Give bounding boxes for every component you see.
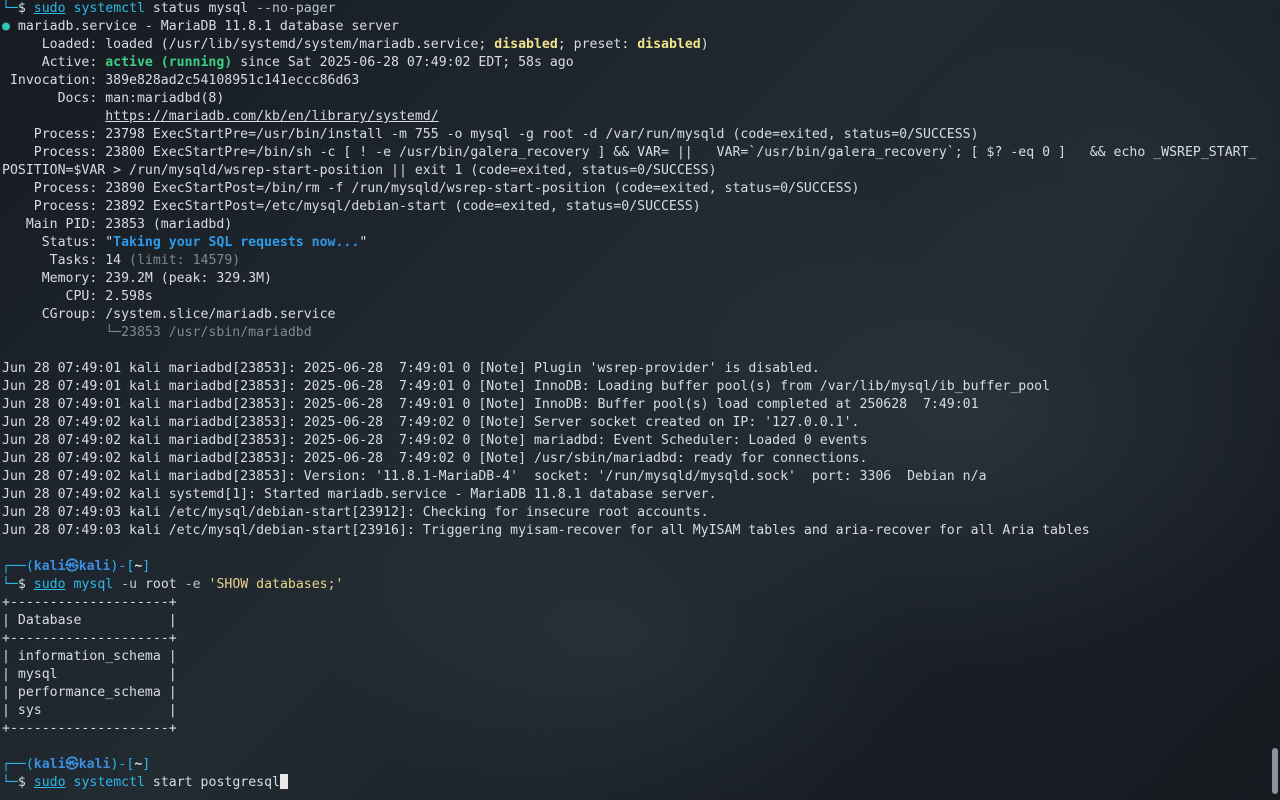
status-label: Status: — [2, 235, 106, 250]
table-border: +--------------------+ — [2, 631, 177, 646]
status-line: Status: "Taking your SQL requests now...… — [2, 234, 1264, 252]
journal-line: Jun 28 07:49:03 kali /etc/mysql/debian-s… — [2, 505, 709, 520]
text-cursor — [279, 774, 288, 789]
table-row: | sys | — [2, 703, 177, 718]
table-header: | Database | — [2, 613, 177, 628]
active-state: active (running) — [105, 55, 233, 70]
docs-url-link[interactable]: https://mariadb.com/kb/en/library/system… — [105, 109, 438, 124]
table-row: | performance_schema | — [2, 685, 177, 700]
loaded-preset: disabled — [637, 37, 701, 52]
prompt-corner: └─ — [2, 1, 18, 16]
prompt-line: ┌──(kali㉿kali)-[~] — [2, 558, 1264, 576]
process-line-wrap: POSITION=$VAR > /run/mysqld/wsrep-start-… — [2, 163, 717, 178]
active-since: since Sat 2025-06-28 07:49:02 EDT; 58s a… — [232, 55, 574, 70]
prompt-corner: └─ — [2, 577, 18, 592]
prompt-host: kali — [78, 757, 111, 772]
service-title: mariadb.service - MariaDB 11.8.1 databas… — [9, 19, 399, 34]
journal-line: Jun 28 07:49:01 kali mariadbd[23853]: 20… — [2, 397, 979, 412]
table-border: +--------------------+ — [2, 595, 177, 610]
prompt-user: kali — [33, 559, 66, 574]
cgroup-child-line: └─23853 /usr/sbin/mariadbd — [2, 325, 312, 340]
prompt-host: kali — [78, 559, 111, 574]
command-query-string: 'SHOW databases;' — [200, 577, 344, 592]
prompt-symbol: $ — [17, 775, 26, 790]
command-args: status mysql — [144, 1, 257, 16]
command-option: --no-pager — [256, 1, 336, 16]
command-program: mysql — [73, 577, 114, 592]
prompt-symbol: $ — [17, 1, 26, 16]
docs-line: Docs: man:mariadbd(8) — [2, 91, 225, 106]
command-option-u: -u — [113, 577, 138, 592]
tasks-limit: (limit: 14579) — [129, 253, 241, 268]
command-program: systemctl — [73, 775, 145, 790]
process-line: Process: 23800 ExecStartPre=/bin/sh -c [… — [2, 145, 1257, 160]
status-quote-close: " — [359, 235, 368, 250]
command-sudo: sudo — [33, 1, 66, 16]
prompt-close: ] — [142, 559, 151, 574]
active-line: Active: active (running) since Sat 2025-… — [2, 54, 1264, 72]
loaded-path: loaded (/usr/lib/systemd/system/mariadb.… — [105, 37, 495, 52]
prompt-at-icon: ㉿ — [65, 559, 79, 574]
process-line: Process: 23892 ExecStartPost=/etc/mysql/… — [2, 199, 701, 214]
table-row: | mysql | — [2, 667, 177, 682]
journal-line: Jun 28 07:49:02 kali mariadbd[23853]: Ve… — [2, 469, 987, 484]
command-program: systemctl — [73, 1, 145, 16]
service-header: ● mariadb.service - MariaDB 11.8.1 datab… — [2, 18, 1264, 36]
prompt-line: ┌──(kali㉿kali)-[~] — [2, 756, 1264, 774]
loaded-disabled: disabled — [494, 37, 558, 52]
prompt-close: ] — [142, 757, 151, 772]
invocation-line: Invocation: 389e828ad2c54108951c141eccc8… — [2, 73, 360, 88]
scrollbar[interactable] — [1270, 0, 1278, 800]
loaded-label: Loaded: — [2, 37, 106, 52]
scrollbar-thumb[interactable] — [1272, 748, 1278, 794]
prompt-mid: )-[ — [110, 757, 135, 772]
loaded-line: Loaded: loaded (/usr/lib/systemd/system/… — [2, 36, 1264, 54]
docs-url-line: https://mariadb.com/kb/en/library/system… — [2, 108, 1264, 126]
status-quote-open: " — [105, 235, 114, 250]
cpu-line: CPU: 2.598s — [2, 289, 153, 304]
journal-line: Jun 28 07:49:01 kali mariadbd[23853]: 20… — [2, 361, 820, 376]
journal-line: Jun 28 07:49:02 kali mariadbd[23853]: 20… — [2, 415, 860, 430]
memory-line: Memory: 239.2M (peak: 329.3M) — [2, 271, 272, 286]
journal-line: Jun 28 07:49:02 kali systemd[1]: Started… — [2, 487, 717, 502]
journal-line: Jun 28 07:49:03 kali /etc/mysql/debian-s… — [2, 523, 1090, 538]
docs-url-indent — [2, 109, 105, 124]
main-pid-line: Main PID: 23853 (mariadbd) — [2, 217, 233, 232]
command-args: start postgresql — [144, 775, 280, 790]
command-sudo: sudo — [33, 775, 66, 790]
terminal-window[interactable]: └─$ sudo systemctl status mysql --no-pag… — [0, 0, 1280, 800]
service-status-dot-icon: ● — [2, 19, 10, 34]
prompt-corner: └─ — [2, 775, 18, 790]
loaded-preset-label: ; preset: — [557, 37, 638, 52]
journal-line: Jun 28 07:49:02 kali mariadbd[23853]: 20… — [2, 451, 868, 466]
process-line: Process: 23798 ExecStartPre=/usr/bin/ins… — [2, 127, 979, 142]
table-border: +--------------------+ — [2, 721, 177, 736]
command-sudo: sudo — [33, 577, 66, 592]
prompt-at-icon: ㉿ — [65, 757, 79, 772]
command-line: └─$ sudo mysql -u root -e 'SHOW database… — [2, 576, 1264, 594]
prompt-symbol: $ — [17, 577, 26, 592]
prompt-open: ┌──( — [2, 559, 34, 574]
cgroup-line: CGroup: /system.slice/mariadb.service — [2, 307, 336, 322]
tasks-label: Tasks: 14 — [2, 253, 130, 268]
journal-line: Jun 28 07:49:01 kali mariadbd[23853]: 20… — [2, 379, 1051, 394]
prompt-open: ┌──( — [2, 757, 34, 772]
status-text: Taking your SQL requests now... — [113, 235, 360, 250]
prompt-mid: )-[ — [110, 559, 135, 574]
journal-line: Jun 28 07:49:02 kali mariadbd[23853]: 20… — [2, 433, 868, 448]
command-line: └─$ sudo systemctl status mysql --no-pag… — [2, 0, 1264, 18]
tasks-line: Tasks: 14 (limit: 14579) — [2, 252, 1264, 270]
terminal-output: └─$ sudo systemctl status mysql --no-pag… — [2, 0, 1264, 792]
prompt-user: kali — [33, 757, 66, 772]
command-option-e: -e — [176, 577, 201, 592]
command-arg-user: root — [137, 577, 177, 592]
process-line: Process: 23890 ExecStartPost=/bin/rm -f … — [2, 181, 860, 196]
active-label: Active: — [2, 55, 106, 70]
table-row: | information_schema | — [2, 649, 177, 664]
command-input-line[interactable]: └─$ sudo systemctl start postgresql — [2, 774, 1264, 792]
loaded-close: ) — [700, 37, 709, 52]
